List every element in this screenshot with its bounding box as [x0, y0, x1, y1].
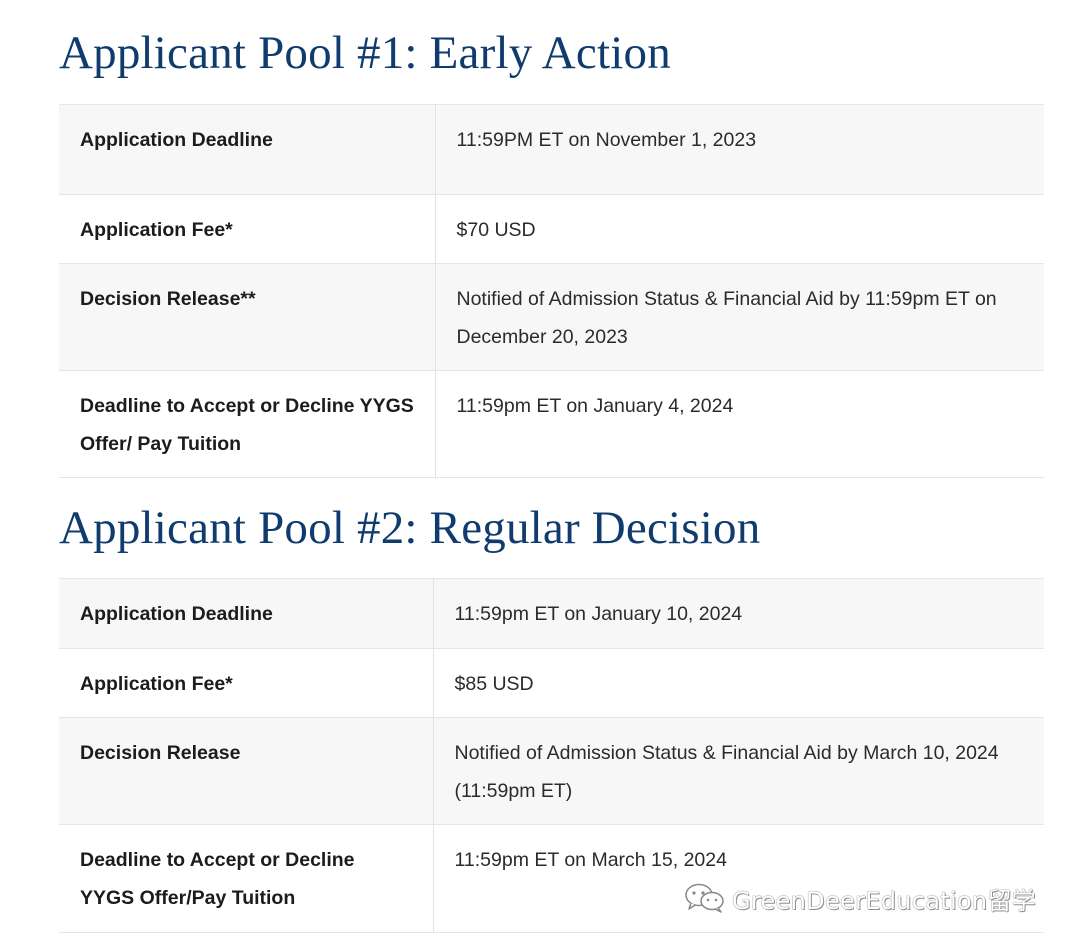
table-row: Decision Release** Notified of Admission… — [59, 263, 1044, 371]
watermark: GreenDeerEducation留学 — [684, 880, 1036, 916]
row-value: Notified of Admission Status & Financial… — [432, 717, 1044, 825]
watermark-text: GreenDeerEducation留学 — [732, 886, 1037, 915]
table-row: Application Fee* $85 USD — [59, 648, 1044, 718]
section-title-regular-decision: Applicant Pool #2: Regular Decision — [59, 502, 761, 554]
table-row: Deadline to Accept or Decline YYGS Offer… — [59, 824, 1044, 933]
wechat-icon — [685, 883, 724, 913]
row-label: Decision Release — [80, 742, 241, 764]
early-action-table: Application Deadline 11:59PM ET on Novem… — [59, 104, 1044, 478]
row-label: Deadline to Accept or Decline YYGS Offer… — [80, 849, 355, 909]
row-label: Decision Release** — [80, 288, 256, 310]
row-label: Application Deadline — [80, 129, 273, 151]
row-value: $70 USD — [434, 194, 1044, 264]
row-value: 11:59pm ET on March 15, 2024 — [432, 824, 1044, 933]
row-value: $85 USD — [432, 648, 1044, 718]
row-value: 11:59PM ET on November 1, 2023 — [434, 104, 1044, 195]
table-row: Deadline to Accept or Decline YYGS Offer… — [59, 370, 1044, 478]
table-row: Application Fee* $70 USD — [59, 194, 1044, 264]
table-row: Decision Release Notified of Admission S… — [59, 717, 1044, 825]
row-label: Application Fee* — [80, 219, 233, 241]
table-row: Application Deadline 11:59pm ET on Janua… — [59, 578, 1044, 649]
row-value: Notified of Admission Status & Financial… — [434, 263, 1044, 371]
row-label: Deadline to Accept or Decline YYGS Offer… — [80, 395, 414, 455]
row-label: Application Deadline — [80, 603, 273, 625]
section-title-early-action: Applicant Pool #1: Early Action — [59, 27, 671, 79]
table-row: Application Deadline 11:59PM ET on Novem… — [59, 104, 1044, 195]
row-value: 11:59pm ET on January 10, 2024 — [432, 578, 1044, 649]
row-label: Application Fee* — [80, 673, 233, 695]
row-value: 11:59pm ET on January 4, 2024 — [434, 370, 1044, 478]
